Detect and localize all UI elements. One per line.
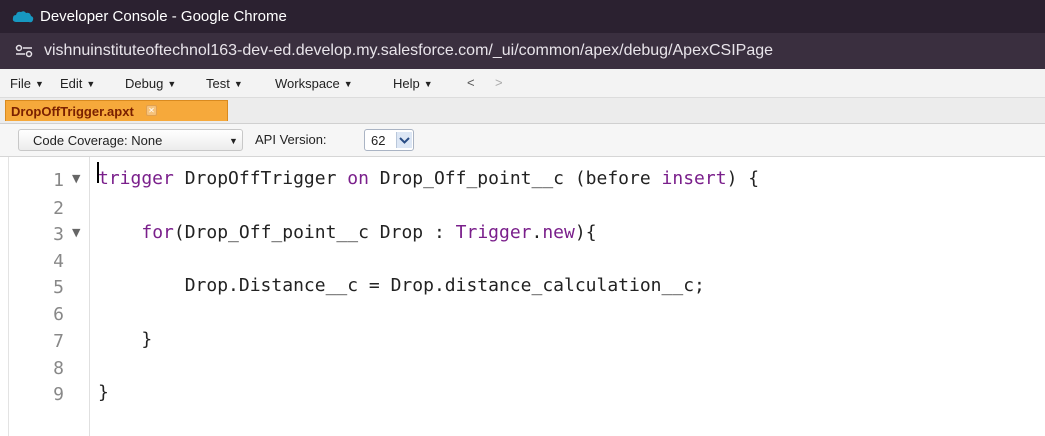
line-number: 7 — [53, 331, 64, 352]
code-line[interactable]: 3 ▼ for(Drop_Off_point__c Drop : Trigger.… — [0, 219, 1045, 245]
tab-dropofftrigger[interactable]: DropOffTrigger.apxt ✕ — [5, 100, 228, 121]
api-version-label: API Version: — [255, 132, 327, 147]
code-editor[interactable]: 1 ▼ trigger DropOffTrigger on Drop_Off_poi… — [0, 157, 1045, 436]
menu-debug[interactable]: Debug ▼ — [125, 76, 176, 91]
code-line[interactable]: 9} — [0, 379, 1045, 405]
code-text: for(Drop_Off_point__c Drop : Trigger.new… — [98, 222, 597, 243]
menu-bar: File ▼ Edit ▼ Debug ▼ Test ▼ Workspace ▼ Help… — [0, 69, 1045, 98]
address-bar[interactable]: vishnuinstituteoftechnol163-dev-ed.devel… — [0, 33, 1045, 69]
code-token: } — [98, 382, 109, 403]
code-token: ) { — [726, 168, 760, 189]
code-keyword: for — [141, 222, 174, 243]
caret-down-icon: ▼ — [86, 79, 96, 89]
code-text: } — [98, 382, 109, 403]
code-token: (Drop_Off_point__c Drop : — [173, 222, 456, 243]
caret-down-icon: ▼ — [343, 79, 353, 89]
code-text: Drop.Distance__c = Drop.distance_calcula… — [98, 275, 705, 296]
menu-test-label: Test — [206, 76, 230, 91]
code-keyword: new — [542, 222, 575, 243]
menu-workspace[interactable]: Workspace ▼ — [275, 76, 353, 91]
code-token: DropOffTrigger — [173, 168, 348, 189]
fold-toggle-icon[interactable]: ▼ — [72, 172, 80, 185]
back-arrow-icon[interactable]: < — [467, 75, 475, 90]
editor-tab-bar: DropOffTrigger.apxt ✕ — [0, 98, 1045, 124]
menu-workspace-label: Workspace — [275, 76, 340, 91]
code-token: ){ — [574, 222, 597, 243]
line-number: 5 — [53, 277, 64, 298]
menu-file[interactable]: File ▼ — [10, 76, 44, 91]
salesforce-cloud-icon — [12, 11, 34, 23]
code-token: . — [531, 222, 543, 243]
editor-toolbar: Code Coverage: None ▼ API Version: 62 — [0, 124, 1045, 157]
tab-label: DropOffTrigger.apxt — [11, 104, 134, 119]
code-keyword: trigger — [98, 168, 174, 189]
menu-test[interactable]: Test ▼ — [206, 76, 243, 91]
line-number: 6 — [53, 304, 64, 325]
caret-down-icon: ▼ — [233, 79, 243, 89]
code-line[interactable]: 4 — [0, 246, 1045, 272]
line-number: 4 — [53, 251, 64, 272]
text-cursor — [97, 162, 99, 183]
window-title-bar: Developer Console - Google Chrome — [0, 0, 1045, 33]
line-number: 8 — [53, 358, 64, 379]
code-text: trigger DropOffTrigger on Drop_Off_point… — [98, 168, 759, 189]
caret-down-icon: ▼ — [167, 79, 177, 89]
close-icon[interactable]: ✕ — [146, 105, 157, 116]
caret-down-icon: ▼ — [34, 79, 44, 89]
code-line[interactable]: 6 — [0, 299, 1045, 325]
code-line[interactable]: 8 — [0, 353, 1045, 379]
menu-file-label: File — [10, 76, 31, 91]
menu-debug-label: Debug — [125, 76, 164, 91]
code-line[interactable]: 7 } — [0, 326, 1045, 352]
code-keyword: insert — [661, 168, 727, 189]
code-token: } — [98, 329, 153, 350]
url-text[interactable]: vishnuinstituteoftechnol163-dev-ed.devel… — [44, 42, 773, 60]
line-number: 2 — [53, 198, 64, 219]
chevron-down-icon[interactable] — [396, 132, 412, 148]
forward-arrow-icon[interactable]: > — [495, 75, 503, 90]
code-text: } — [98, 329, 152, 350]
code-line[interactable]: 2 — [0, 193, 1045, 219]
code-coverage-label: Code Coverage: None — [33, 133, 163, 148]
site-settings-icon[interactable] — [14, 44, 34, 58]
menu-help[interactable]: Help ▼ — [393, 76, 433, 91]
code-keyword: on — [347, 168, 369, 189]
menu-edit[interactable]: Edit ▼ — [60, 76, 95, 91]
code-token: Drop_Off_point__c (before — [368, 168, 662, 189]
api-version-value: 62 — [371, 133, 386, 148]
code-coverage-dropdown[interactable]: Code Coverage: None ▼ — [18, 129, 243, 151]
fold-toggle-icon[interactable]: ▼ — [72, 226, 80, 239]
code-token: Drop.Distance__c = Drop.distance_calcula… — [98, 275, 705, 296]
line-number: 9 — [53, 384, 64, 405]
menu-help-label: Help — [393, 76, 420, 91]
line-number: 3 — [53, 224, 64, 245]
line-number: 1 — [53, 170, 64, 191]
menu-edit-label: Edit — [60, 76, 83, 91]
caret-down-icon: ▼ — [229, 136, 238, 146]
window-title: Developer Console - Google Chrome — [40, 8, 287, 25]
code-keyword: Trigger — [455, 222, 532, 243]
api-version-select[interactable]: 62 — [364, 129, 414, 151]
code-line[interactable]: 5 Drop.Distance__c = Drop.distance_calcu… — [0, 272, 1045, 298]
caret-down-icon: ▼ — [423, 79, 433, 89]
code-line[interactable]: 1 ▼ trigger DropOffTrigger on Drop_Off_poi… — [0, 165, 1045, 191]
